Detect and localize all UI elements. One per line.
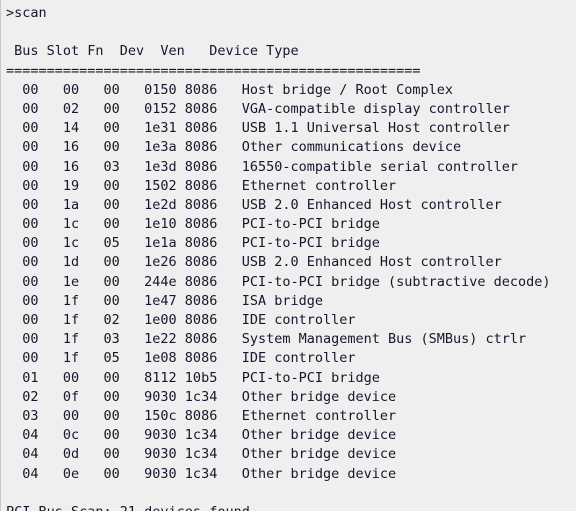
- table-row: 04 0e 00 9030 1c34 Other bridge device: [6, 465, 397, 482]
- table-separator: ========================================…: [6, 62, 421, 79]
- terminal-console[interactable]: >scan Bus Slot Fn Dev Ven Device Type ===…: [0, 0, 576, 511]
- table-row: 01 00 00 8112 10b5 PCI-to-PCI bridge: [6, 369, 380, 386]
- table-row: 00 00 00 0150 8086 Host bridge / Root Co…: [6, 81, 454, 98]
- table-row: 00 16 03 1e3d 8086 16550-compatible seri…: [6, 158, 519, 175]
- table-row: 00 16 00 1e3a 8086 Other communications …: [6, 139, 462, 156]
- table-row: 04 0d 00 9030 1c34 Other bridge device: [6, 446, 397, 463]
- table-row: 00 1d 00 1e26 8086 USB 2.0 Enhanced Host…: [6, 254, 502, 271]
- terminal-output: >scan Bus Slot Fn Dev Ven Device Type ===…: [1, 0, 576, 511]
- table-row: 04 0c 00 9030 1c34 Other bridge device: [6, 427, 397, 444]
- table-row: 00 1a 00 1e2d 8086 USB 2.0 Enhanced Host…: [6, 196, 502, 213]
- table-row: 00 19 00 1502 8086 Ethernet controller: [6, 177, 397, 194]
- table-row: 00 1f 02 1e00 8086 IDE controller: [6, 312, 356, 328]
- table-row: 00 1f 03 1e22 8086 System Management Bus…: [6, 331, 527, 348]
- device-rows: 00 00 00 0150 8086 Host bridge / Root Co…: [6, 81, 576, 484]
- table-row: 00 14 00 1e31 8086 USB 1.1 Universal Hos…: [6, 120, 510, 137]
- spacer-line-bottom: [6, 484, 576, 503]
- table-row: 03 00 00 150c 8086 Ethernet controller: [6, 407, 397, 424]
- table-row: 02 0f 00 9030 1c34 Other bridge device: [6, 388, 397, 405]
- table-row: 00 1f 00 1e47 8086 ISA bridge: [6, 292, 323, 309]
- table-header-row: Bus Slot Fn Dev Ven Device Type: [6, 43, 299, 60]
- table-row: 00 1c 05 1e1a 8086 PCI-to-PCI bridge: [6, 235, 380, 252]
- table-row: 00 1c 00 1e10 8086 PCI-to-PCI bridge: [6, 216, 380, 233]
- table-row: 00 1f 05 1e08 8086 IDE controller: [6, 350, 356, 367]
- command-prompt-line: >scan: [6, 5, 47, 21]
- spacer-line: [6, 23, 576, 42]
- scan-summary: PCI Bus Scan: 21 devices found: [6, 503, 576, 511]
- table-row: 00 02 00 0152 8086 VGA-compatible displa…: [6, 100, 510, 117]
- table-row: 00 1e 00 244e 8086 PCI-to-PCI bridge (su…: [6, 273, 551, 290]
